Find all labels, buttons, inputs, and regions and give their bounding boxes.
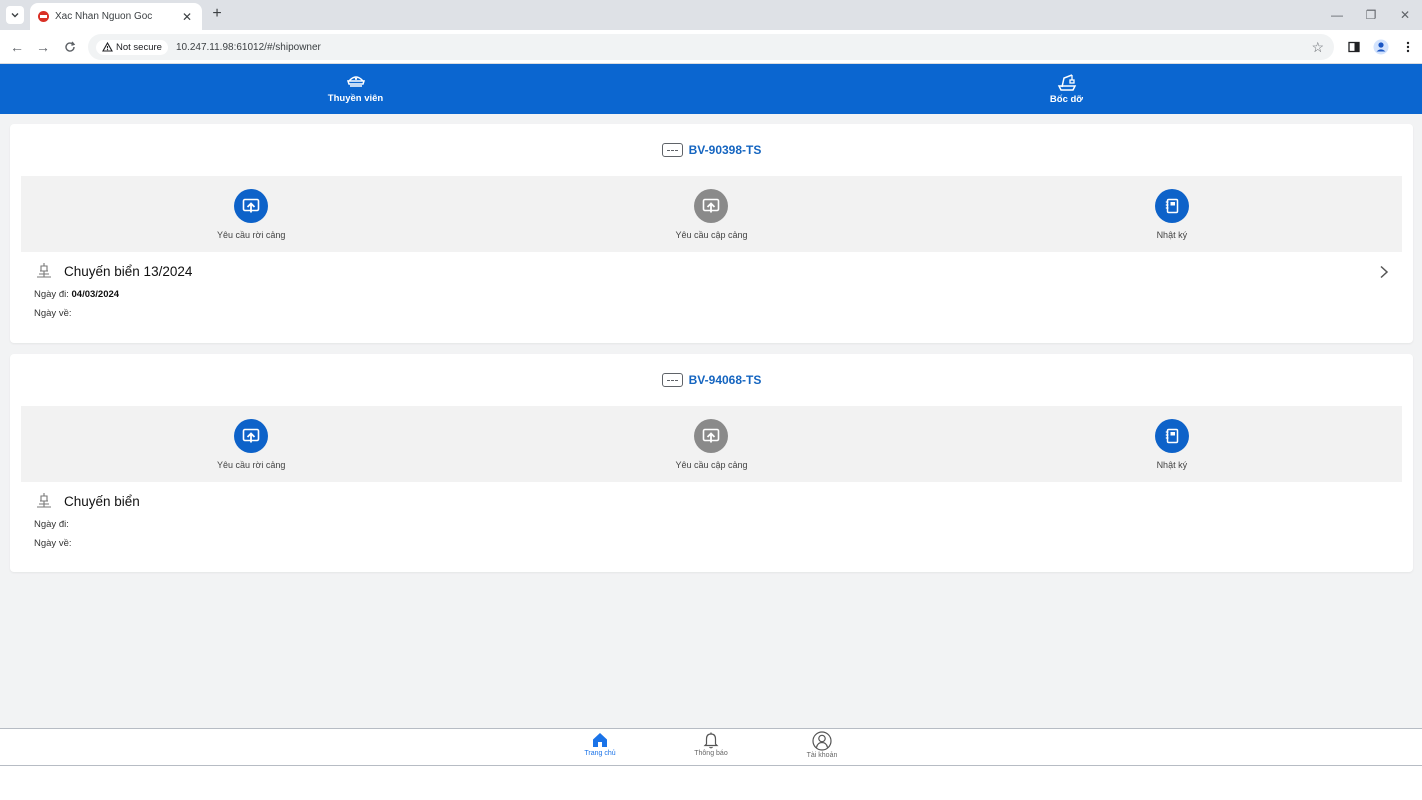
request-arrival-button[interactable]: Yêu cầu cập cảng	[481, 176, 941, 252]
top-navigation: Thuyền viên Bốc dỡ	[0, 64, 1422, 114]
topnav-crew[interactable]: Thuyền viên	[0, 64, 711, 114]
minimize-icon[interactable]: —	[1320, 0, 1354, 30]
departure-date-label: Ngày đi:	[34, 289, 69, 300]
departure-date-label: Ngày đi:	[34, 519, 69, 530]
vessel-plate: BV-94068-TS	[688, 373, 762, 387]
browser-menu-icon[interactable]	[1399, 38, 1416, 55]
browser-tab-bar: Xac Nhan Nguon Goc ✕ + — ❐ ✕	[0, 0, 1422, 30]
departure-date-value: 04/03/2024	[71, 289, 120, 300]
trip-info[interactable]: Chuyến biển 13/2024 Ngày đi: 04/03/2024 …	[34, 260, 1389, 320]
close-window-icon[interactable]: ✕	[1388, 0, 1422, 30]
crane-icon	[1057, 74, 1076, 91]
bottomnav-account-label: Tài khoản	[806, 752, 838, 759]
browser-toolbar: ← → Not secure 10.247.11.98:61012/#/ship…	[0, 30, 1422, 64]
topnav-crew-label: Thuyền viên	[327, 93, 384, 104]
logbook-icon	[1154, 418, 1189, 453]
license-plate-icon	[661, 143, 683, 157]
vessel-actions: Yêu cầu rời cảng Yêu cầu cập cảng Nhật k…	[21, 406, 1402, 482]
return-date-label: Ngày về:	[34, 538, 72, 549]
vessel-header: BV-94068-TS	[10, 354, 1413, 406]
page-bottom-area	[0, 767, 1422, 800]
request-departure-button[interactable]: Yêu cầu rời cảng	[21, 176, 481, 252]
bottomnav-notifications-label: Thông báo	[694, 750, 728, 757]
logbook-button[interactable]: Nhật ký	[942, 176, 1402, 252]
request-arrival-label: Yêu cầu cập cảng	[675, 229, 748, 240]
departure-date-row: Ngày đi: 04/03/2024	[34, 289, 1389, 301]
upload-screen-icon	[234, 188, 269, 223]
warning-icon	[102, 42, 113, 52]
trip-title: Chuyến biển 13/2024	[64, 263, 193, 279]
close-tab-icon[interactable]: ✕	[180, 10, 194, 24]
reload-icon[interactable]	[61, 38, 79, 56]
tab-title: Xac Nhan Nguon Goc	[55, 11, 153, 22]
request-departure-label: Yêu cầu rời cảng	[216, 459, 286, 470]
vessel-actions: Yêu cầu rời cảng Yêu cầu cập cảng Nhật k…	[21, 176, 1402, 252]
site-favicon-icon	[38, 11, 49, 22]
return-date-row: Ngày về:	[34, 538, 1389, 550]
app-viewport: Thuyền viên Bốc dỡ BV-90398-TS Yêu cầu r…	[0, 64, 1422, 766]
topnav-unloading[interactable]: Bốc dỡ	[711, 64, 1422, 114]
chevron-down-icon	[11, 13, 19, 18]
restore-icon[interactable]: ❐	[1354, 0, 1388, 30]
vessel-card: BV-90398-TS Yêu cầu rời cảng Yêu cầu cập…	[10, 124, 1413, 343]
logbook-label: Nhật ký	[1156, 229, 1188, 240]
url-text: 10.247.11.98:61012/#/shipowner	[175, 41, 321, 53]
ship-captain-hat-icon	[346, 76, 365, 87]
request-departure-button[interactable]: Yêu cầu rời cảng	[21, 406, 481, 482]
security-label: Not secure	[116, 41, 162, 53]
trip-info[interactable]: Chuyến biển Ngày đi: Ngày về:	[34, 490, 1389, 550]
home-icon	[593, 733, 607, 747]
fishing-boat-icon	[37, 493, 51, 508]
bottomnav-home[interactable]: Trang chủ	[570, 731, 630, 757]
browser-tab[interactable]: Xac Nhan Nguon Goc ✕	[30, 3, 202, 30]
request-arrival-button[interactable]: Yêu cầu cập cảng	[481, 406, 941, 482]
fishing-boat-icon	[37, 263, 51, 278]
forward-icon[interactable]: →	[34, 38, 52, 56]
side-panel-icon[interactable]	[1345, 38, 1362, 55]
bottomnav-notifications[interactable]: Thông báo	[681, 731, 741, 757]
request-departure-label: Yêu cầu rời cảng	[216, 229, 286, 240]
bottomnav-account[interactable]: Tài khoản	[792, 731, 852, 759]
vessel-header: BV-90398-TS	[10, 124, 1413, 176]
profile-avatar-icon[interactable]	[1372, 38, 1389, 55]
new-tab-button[interactable]: +	[208, 5, 226, 23]
upload-screen-icon	[694, 188, 729, 223]
departure-date-row: Ngày đi:	[34, 519, 1389, 531]
chevron-right-icon[interactable]	[1379, 265, 1389, 279]
return-date-label: Ngày về:	[34, 308, 72, 319]
vessel-plate: BV-90398-TS	[688, 143, 762, 157]
tab-search-button[interactable]	[6, 6, 24, 24]
bell-icon	[703, 732, 719, 749]
back-icon[interactable]: ←	[8, 38, 26, 56]
bookmark-star-icon[interactable]: ☆	[1311, 39, 1324, 56]
return-date-row: Ngày về:	[34, 308, 1389, 320]
logbook-icon	[1154, 188, 1189, 223]
security-chip[interactable]: Not secure	[96, 39, 168, 55]
address-bar[interactable]: Not secure 10.247.11.98:61012/#/shipowne…	[88, 34, 1334, 60]
license-plate-icon	[661, 373, 683, 387]
trip-title: Chuyến biển	[64, 493, 140, 509]
browser-right-tools	[1345, 38, 1416, 55]
bottomnav-home-label: Trang chủ	[584, 750, 616, 757]
upload-screen-icon	[694, 418, 729, 453]
topnav-unloading-label: Bốc dỡ	[1049, 94, 1084, 105]
vessel-card: BV-94068-TS Yêu cầu rời cảng Yêu cầu cập…	[10, 354, 1413, 572]
request-arrival-label: Yêu cầu cập cảng	[675, 459, 748, 470]
user-circle-icon	[812, 731, 832, 751]
logbook-button[interactable]: Nhật ký	[942, 406, 1402, 482]
window-controls: — ❐ ✕	[1320, 0, 1422, 30]
logbook-label: Nhật ký	[1156, 459, 1188, 470]
bottom-navigation: Trang chủ Thông báo Tài khoản	[0, 728, 1422, 766]
upload-screen-icon	[234, 418, 269, 453]
